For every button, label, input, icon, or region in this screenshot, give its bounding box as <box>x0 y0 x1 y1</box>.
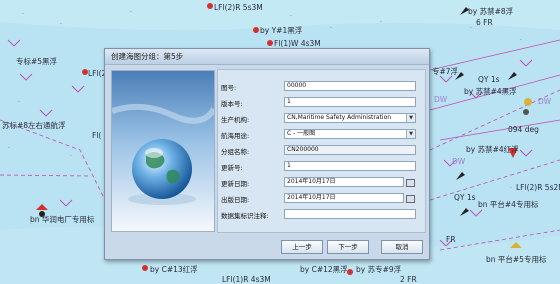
field-label-update-date: 更新日期: <box>221 180 250 188</box>
svg-text:·: · <box>290 13 292 20</box>
chevron-down-icon[interactable]: ▼ <box>406 130 415 138</box>
update-number-input[interactable]: 1 <box>284 161 416 171</box>
map-label: Fl( <box>92 131 101 140</box>
map-label: 6 FR <box>476 18 493 27</box>
chevron-down-icon[interactable]: ▼ <box>406 114 415 122</box>
producer-select[interactable]: CN,Maritime Safety Administration ▼ <box>284 113 416 123</box>
svg-text:·: · <box>380 19 382 26</box>
map-label: 2 FR <box>400 275 417 284</box>
svg-text:·: · <box>330 25 332 32</box>
producer-select-value: CN,Maritime Safety Administration <box>287 114 392 121</box>
map-label: bn 平台#4专用标 <box>478 199 539 209</box>
calendar-icon[interactable] <box>406 194 415 203</box>
publish-date-input[interactable]: 2014年10月17日 <box>284 193 404 203</box>
map-label: LFl(2)R 5s3M <box>214 3 263 12</box>
map-label: by C#12黑浮 <box>300 264 348 274</box>
navigational-purpose-select[interactable]: C - 一般图 ▼ <box>284 129 416 139</box>
map-label: 专#7浮 <box>432 66 459 76</box>
update-date-input[interactable]: 2014年10月17日 <box>284 177 404 187</box>
map-label: DW <box>452 157 466 166</box>
map-label: LFl(2)R 5s2M <box>516 183 560 192</box>
field-label-publish-date: 出版日期: <box>221 196 250 204</box>
map-label: by C#13红浮 <box>150 264 198 274</box>
field-label-chart-number: 图号: <box>221 84 237 92</box>
map-label: DW <box>434 95 448 104</box>
map-label: FR <box>446 235 456 244</box>
map-label: by Y#1黑浮 <box>260 25 303 35</box>
previous-step-button[interactable]: 上一步 <box>281 240 323 254</box>
svg-text:·: · <box>130 9 132 16</box>
field-label-group-name: 分组名称: <box>221 148 250 156</box>
field-label-producer: 生产机构: <box>221 116 250 124</box>
dataset-comment-input[interactable] <box>284 209 416 219</box>
map-label: by 苏禁#4黑浮 <box>464 86 517 96</box>
field-label-navigational-purpose: 航海用途: <box>221 132 250 140</box>
calendar-icon[interactable] <box>406 178 415 187</box>
svg-text:·: · <box>510 185 512 192</box>
next-step-button[interactable]: 下一步 <box>327 240 369 254</box>
map-label: 苏标#8左右通航浮 <box>2 120 66 130</box>
field-label-dataset-comment: 数据集标识注释: <box>221 212 269 220</box>
wizard-form: 图号: 00000 版本号: 1 生产机构: CN,Maritime Safet… <box>217 69 426 233</box>
chart-number-input[interactable]: 00000 <box>284 81 416 91</box>
svg-text:·: · <box>18 99 20 106</box>
navigational-purpose-value: C - 一般图 <box>287 130 316 137</box>
svg-text:·: · <box>470 25 472 32</box>
wizard-globe-illustration <box>111 70 215 232</box>
map-label: bn 华润电厂专用标 <box>30 214 95 224</box>
edition-number-input[interactable]: 1 <box>284 97 416 107</box>
svg-text:·: · <box>520 37 522 44</box>
map-label: 专标#5黑浮 <box>16 56 58 66</box>
field-label-update-number: 更新号: <box>221 164 243 172</box>
svg-text:·: · <box>22 11 24 18</box>
map-label: QY 1s <box>478 75 500 84</box>
map-label: Fl(1)W 4s3M <box>274 39 321 48</box>
svg-text:·: · <box>70 153 72 160</box>
svg-text:·: · <box>60 21 62 28</box>
map-label: by 苏专#9浮 <box>356 264 402 274</box>
dialog-titlebar[interactable]: 创建海图分组：第5步 <box>105 49 429 65</box>
map-label: DW <box>538 97 552 106</box>
map-label: LFl(1)R 4s3M <box>222 275 271 284</box>
map-label: by 苏禁#8浮 <box>468 6 514 16</box>
map-label: bn 平台#5专用标 <box>486 254 547 264</box>
field-label-edition: 版本号: <box>221 100 243 108</box>
svg-text:·: · <box>8 145 10 152</box>
group-name-field: CN200000 <box>284 145 416 155</box>
map-label: 094 deg <box>508 125 539 134</box>
cancel-button[interactable]: 取消 <box>381 240 423 254</box>
map-label: by 苏禁#4红浮 <box>466 144 519 154</box>
create-chart-group-dialog: 创建海图分组：第5步 图号: 00000 版本号: 1 生产机构: CN,Mar… <box>104 48 430 260</box>
dialog-title: 创建海图分组：第5步 <box>111 52 184 61</box>
map-label: QY 1s <box>454 193 476 202</box>
